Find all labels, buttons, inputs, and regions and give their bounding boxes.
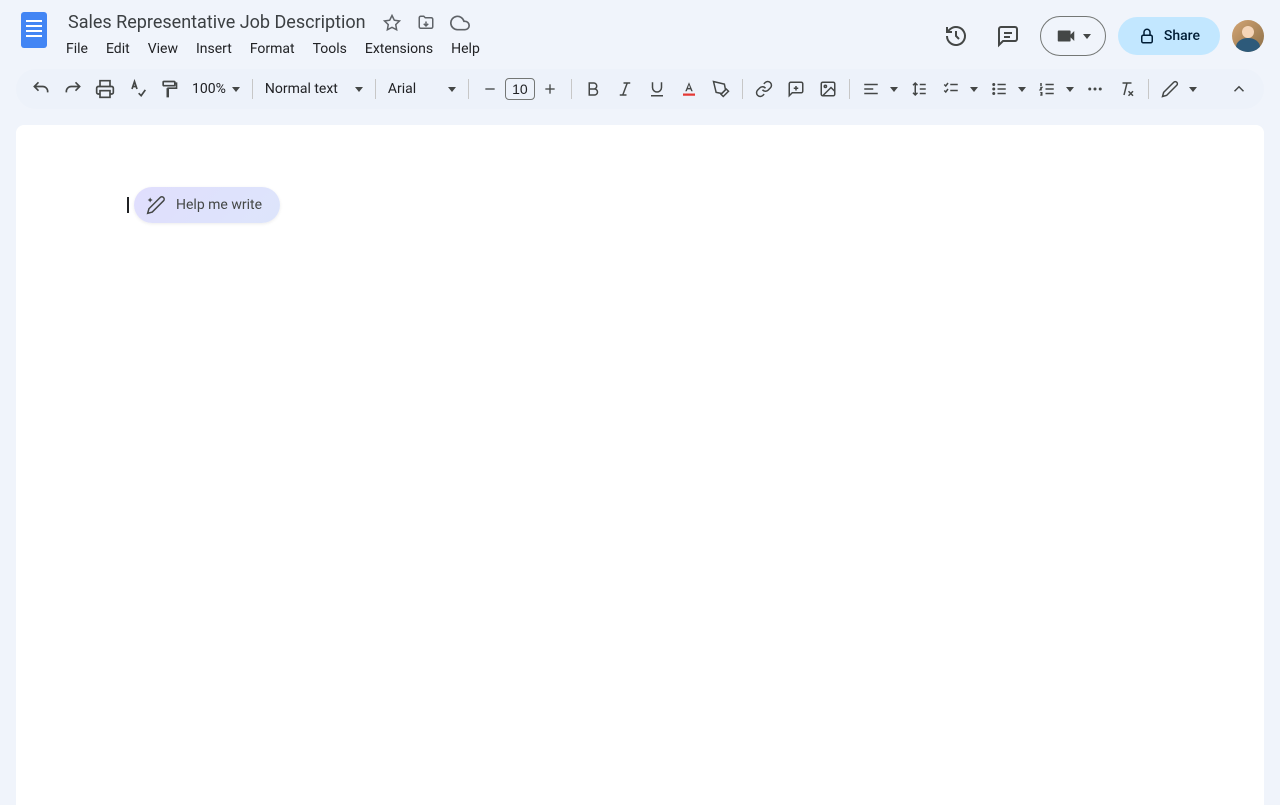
bulleted-list-icon: [984, 74, 1014, 104]
separator: [375, 79, 376, 99]
header-actions: Share: [936, 8, 1264, 56]
insert-image-button[interactable]: [813, 74, 843, 104]
chevron-down-icon: [355, 87, 363, 92]
undo-button[interactable]: [26, 74, 56, 104]
comments-icon[interactable]: [988, 16, 1028, 56]
highlight-color-button[interactable]: [706, 74, 736, 104]
numbered-list-icon: [1032, 74, 1062, 104]
chevron-down-icon: [232, 87, 240, 92]
document-title[interactable]: Sales Representative Job Description: [64, 10, 370, 35]
menu-tools[interactable]: Tools: [305, 37, 355, 61]
pencil-icon: [1155, 74, 1185, 104]
help-me-write-chip[interactable]: Help me write: [134, 187, 280, 223]
magic-pencil-icon: [146, 195, 166, 215]
lock-icon: [1138, 27, 1156, 45]
clear-formatting-button[interactable]: [1112, 74, 1142, 104]
chevron-down-icon: [1018, 87, 1026, 92]
chevron-down-icon: [890, 87, 898, 92]
menu-format[interactable]: Format: [242, 37, 303, 61]
separator: [252, 79, 253, 99]
paragraph-style-dropdown[interactable]: Normal text: [259, 77, 369, 101]
italic-button[interactable]: [610, 74, 640, 104]
more-options-button[interactable]: [1080, 74, 1110, 104]
paint-format-button[interactable]: [154, 74, 184, 104]
toolbar: 100% Normal text Arial: [16, 69, 1264, 109]
share-button[interactable]: Share: [1118, 17, 1220, 55]
menu-view[interactable]: View: [140, 37, 186, 61]
spellcheck-button[interactable]: [122, 74, 152, 104]
document-area: Help me write: [0, 125, 1280, 805]
menu-help[interactable]: Help: [443, 37, 488, 61]
underline-button[interactable]: [642, 74, 672, 104]
print-button[interactable]: [90, 74, 120, 104]
move-icon[interactable]: [414, 11, 438, 35]
text-cursor: [127, 197, 129, 213]
docs-home-icon[interactable]: [16, 8, 52, 52]
menu-file[interactable]: File: [58, 37, 96, 61]
text-color-button[interactable]: [674, 74, 704, 104]
decrease-font-size-button[interactable]: [475, 74, 505, 104]
checklist-icon: [936, 74, 966, 104]
font-value: Arial: [388, 81, 416, 97]
chevron-down-icon: [1066, 87, 1074, 92]
help-me-write-label: Help me write: [176, 197, 262, 213]
titlebar: Sales Representative Job Description Fil…: [0, 0, 1280, 61]
align-icon: [856, 74, 886, 104]
menu-insert[interactable]: Insert: [188, 37, 240, 61]
separator: [571, 79, 572, 99]
title-row: Sales Representative Job Description: [64, 8, 924, 35]
chevron-down-icon: [970, 87, 978, 92]
menu-edit[interactable]: Edit: [98, 37, 138, 61]
zoom-value: 100%: [192, 81, 226, 97]
font-size-input[interactable]: [505, 78, 535, 100]
chevron-down-icon: [448, 87, 456, 92]
bold-button[interactable]: [578, 74, 608, 104]
star-icon[interactable]: [380, 11, 404, 35]
font-dropdown[interactable]: Arial: [382, 77, 462, 101]
separator: [742, 79, 743, 99]
video-icon: [1055, 25, 1077, 47]
line-spacing-button[interactable]: [904, 74, 934, 104]
menu-bar: File Edit View Insert Format Tools Exten…: [58, 37, 924, 61]
account-avatar[interactable]: [1232, 20, 1264, 52]
align-dropdown[interactable]: [856, 74, 902, 104]
font-size-control: [475, 74, 565, 104]
style-value: Normal text: [265, 81, 338, 97]
separator: [849, 79, 850, 99]
zoom-dropdown[interactable]: 100%: [186, 77, 246, 101]
bulleted-list-dropdown[interactable]: [984, 74, 1030, 104]
version-history-icon[interactable]: [936, 16, 976, 56]
insert-link-button[interactable]: [749, 74, 779, 104]
separator: [1148, 79, 1149, 99]
chevron-down-icon: [1083, 34, 1091, 39]
collapse-toolbar-button[interactable]: [1224, 74, 1254, 104]
redo-button[interactable]: [58, 74, 88, 104]
meet-button[interactable]: [1040, 16, 1106, 56]
chevron-down-icon: [1189, 87, 1197, 92]
menu-extensions[interactable]: Extensions: [357, 37, 441, 61]
numbered-list-dropdown[interactable]: [1032, 74, 1078, 104]
share-label: Share: [1164, 28, 1200, 44]
document-page[interactable]: Help me write: [16, 125, 1264, 805]
title-area: Sales Representative Job Description Fil…: [64, 8, 924, 61]
cloud-status-icon[interactable]: [448, 11, 472, 35]
checklist-dropdown[interactable]: [936, 74, 982, 104]
increase-font-size-button[interactable]: [535, 74, 565, 104]
add-comment-button[interactable]: [781, 74, 811, 104]
editing-mode-dropdown[interactable]: [1155, 74, 1201, 104]
separator: [468, 79, 469, 99]
